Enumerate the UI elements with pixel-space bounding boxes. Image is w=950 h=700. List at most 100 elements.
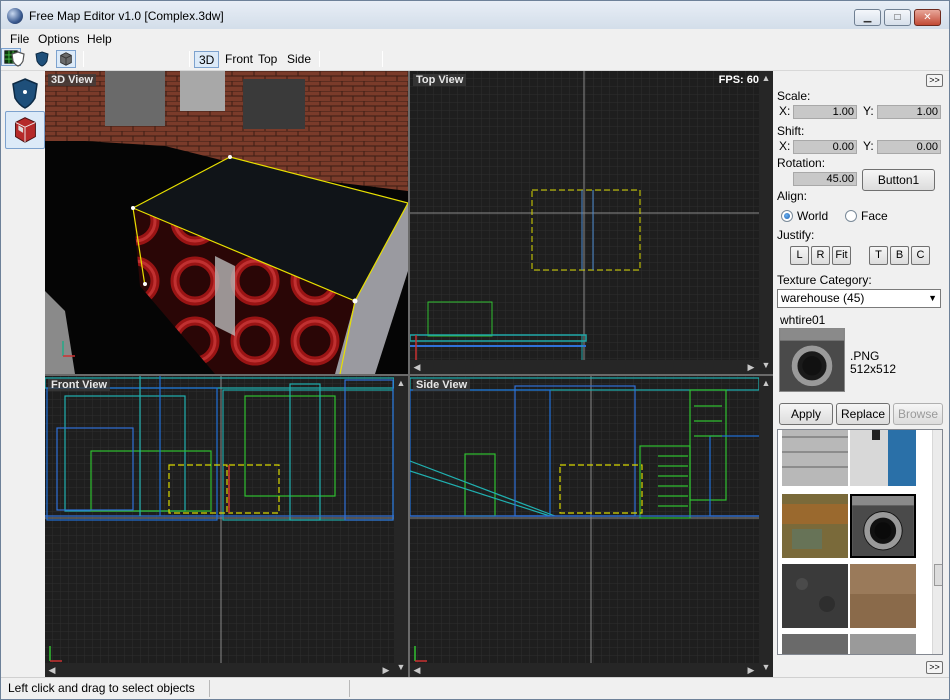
align-face-radio[interactable] <box>845 210 857 222</box>
status-bar: Left click and drag to select objects <box>1 677 949 699</box>
scroll-up-arrow[interactable]: ▲ <box>395 376 407 390</box>
scroll-left-arrow[interactable]: ◀ <box>411 663 423 677</box>
chevron-down-icon: ▼ <box>928 293 937 303</box>
texture-thumbnail-selected[interactable] <box>850 494 916 558</box>
scroll-down-arrow[interactable]: ▼ <box>760 660 772 674</box>
align-world-label: World <box>797 209 829 223</box>
align-label: Align: <box>777 189 808 203</box>
justify-right-button[interactable]: R <box>811 246 830 265</box>
scale-y-label: Y: <box>863 104 874 118</box>
apply-button[interactable]: Apply <box>779 403 833 425</box>
close-button[interactable]: ✕ <box>914 9 941 26</box>
expand-panel-button[interactable]: >> <box>926 74 943 87</box>
texture-thumbnail[interactable] <box>850 634 916 655</box>
menu-help[interactable]: Help <box>87 32 112 46</box>
status-separator <box>209 680 210 697</box>
shield-outline-icon[interactable] <box>8 50 28 68</box>
align-world-radio[interactable] <box>781 210 793 222</box>
view-side-button[interactable]: Side <box>283 51 315 68</box>
scroll-left-arrow[interactable]: ◀ <box>46 663 58 677</box>
viewport-3d-label: 3D View <box>48 74 96 86</box>
toolbar-separator <box>189 51 190 67</box>
front-view-hscroll[interactable]: ◀ ▶ <box>45 663 394 677</box>
texture-category-select[interactable]: warehouse (45) ▼ <box>777 289 941 308</box>
cube-tool-icon[interactable] <box>56 50 76 68</box>
view-top-button[interactable]: Top <box>254 51 281 68</box>
texture-thumbnail[interactable] <box>782 634 848 655</box>
justify-left-button[interactable]: L <box>790 246 809 265</box>
justify-top-button[interactable]: T <box>869 246 888 265</box>
side-view-vscroll[interactable]: ▲ ▼ <box>759 376 773 677</box>
texture-browser[interactable] <box>777 429 943 655</box>
texture-thumbnail[interactable] <box>850 564 916 628</box>
button1[interactable]: Button1 <box>862 169 935 191</box>
toolbar-separator <box>319 51 320 67</box>
front-view-vscroll[interactable]: ▲ ▼ <box>394 376 408 677</box>
tool-strip <box>1 71 45 677</box>
scroll-down-arrow[interactable]: ▼ <box>395 660 407 674</box>
app-window: Free Map Editor v1.0 [Complex.3dw] ▁ □ ✕… <box>0 0 950 700</box>
justify-fit-button[interactable]: Fit <box>832 246 851 265</box>
scroll-left-arrow[interactable]: ◀ <box>411 360 423 374</box>
shield-filled-icon[interactable] <box>32 50 52 68</box>
replace-button[interactable]: Replace <box>836 403 890 425</box>
scrollbar-thumb[interactable] <box>934 564 942 586</box>
view-front-button[interactable]: Front <box>221 51 257 68</box>
scroll-right-arrow[interactable]: ▶ <box>745 663 757 677</box>
shift-y-field[interactable]: 0.00 <box>877 140 941 154</box>
top-view-vscroll[interactable]: ▲ ▼ <box>759 71 773 374</box>
status-separator <box>349 680 350 697</box>
texture-thumbnail[interactable] <box>850 429 916 486</box>
texture-thumbnail[interactable] <box>782 494 848 558</box>
fps-counter: FPS: 60 <box>718 74 759 86</box>
texture-category-value: warehouse (45) <box>781 291 865 305</box>
viewport-side[interactable]: Side View ◀ ▶ ▲ ▼ <box>410 376 773 677</box>
viewport-front[interactable]: Front View ◀ ▶ ▲ ▼ <box>45 376 408 677</box>
side-view-hscroll[interactable]: ◀ ▶ <box>410 663 759 677</box>
select-shield-icon[interactable] <box>5 74 45 112</box>
scroll-down-arrow[interactable]: ▼ <box>760 358 772 372</box>
expand-browser-button[interactable]: >> <box>926 661 943 674</box>
view-3d-button[interactable]: 3D <box>194 51 220 68</box>
top-view-wireframe <box>410 71 773 374</box>
texture-category-label: Texture Category: <box>777 273 872 287</box>
window-title: Free Map Editor v1.0 [Complex.3dw] <box>29 9 224 23</box>
texture-browser-scrollbar[interactable] <box>932 430 942 654</box>
scale-y-field[interactable]: 1.00 <box>877 105 941 119</box>
viewport-3d[interactable]: 3D View <box>45 71 408 374</box>
scale-x-field[interactable]: 1.00 <box>793 105 857 119</box>
minimize-button[interactable]: ▁ <box>854 9 881 26</box>
rotation-field[interactable]: 45.00 <box>793 172 857 186</box>
texture-thumbnail[interactable] <box>782 429 848 486</box>
top-view-hscroll[interactable]: ◀ ▶ <box>410 360 759 374</box>
shift-y-label: Y: <box>863 139 874 153</box>
browse-button: Browse <box>893 403 943 425</box>
texture-panel: >> Scale: X: 1.00 Y: 1.00 Shift: X: 0.00… <box>773 71 949 677</box>
justify-bottom-button[interactable]: B <box>890 246 909 265</box>
maximize-button[interactable]: □ <box>884 9 911 26</box>
menu-options[interactable]: Options <box>38 32 79 46</box>
texture-name: whtire01 <box>780 313 826 327</box>
scale-label: Scale: <box>777 89 811 103</box>
scale-x-label: X: <box>779 104 791 118</box>
title-bar: Free Map Editor v1.0 [Complex.3dw] ▁ □ ✕ <box>1 1 949 31</box>
justify-center-button[interactable]: C <box>911 246 930 265</box>
side-view-wireframe <box>410 376 773 677</box>
shift-label: Shift: <box>777 124 805 138</box>
texture-preview <box>779 328 845 392</box>
front-view-wireframe <box>45 376 408 677</box>
scroll-right-arrow[interactable]: ▶ <box>745 360 757 374</box>
texture-thumbnail[interactable] <box>782 564 848 628</box>
viewport-top-label: Top View <box>413 74 467 86</box>
viewport-top[interactable]: Top View FPS: 60 ◀ ▶ ▲ ▼ <box>410 71 773 374</box>
menu-bar: File Options Help <box>1 29 949 48</box>
menu-file[interactable]: File <box>10 32 29 46</box>
viewport-front-label: Front View <box>48 379 111 391</box>
scroll-up-arrow[interactable]: ▲ <box>760 376 772 390</box>
shift-x-field[interactable]: 0.00 <box>793 140 857 154</box>
texture-size: 512x512 <box>850 362 897 376</box>
brush-cube-icon[interactable] <box>5 111 45 149</box>
scroll-up-arrow[interactable]: ▲ <box>760 71 772 85</box>
toolbar: 3D Front Top Side <box>1 48 949 71</box>
scroll-right-arrow[interactable]: ▶ <box>380 663 392 677</box>
